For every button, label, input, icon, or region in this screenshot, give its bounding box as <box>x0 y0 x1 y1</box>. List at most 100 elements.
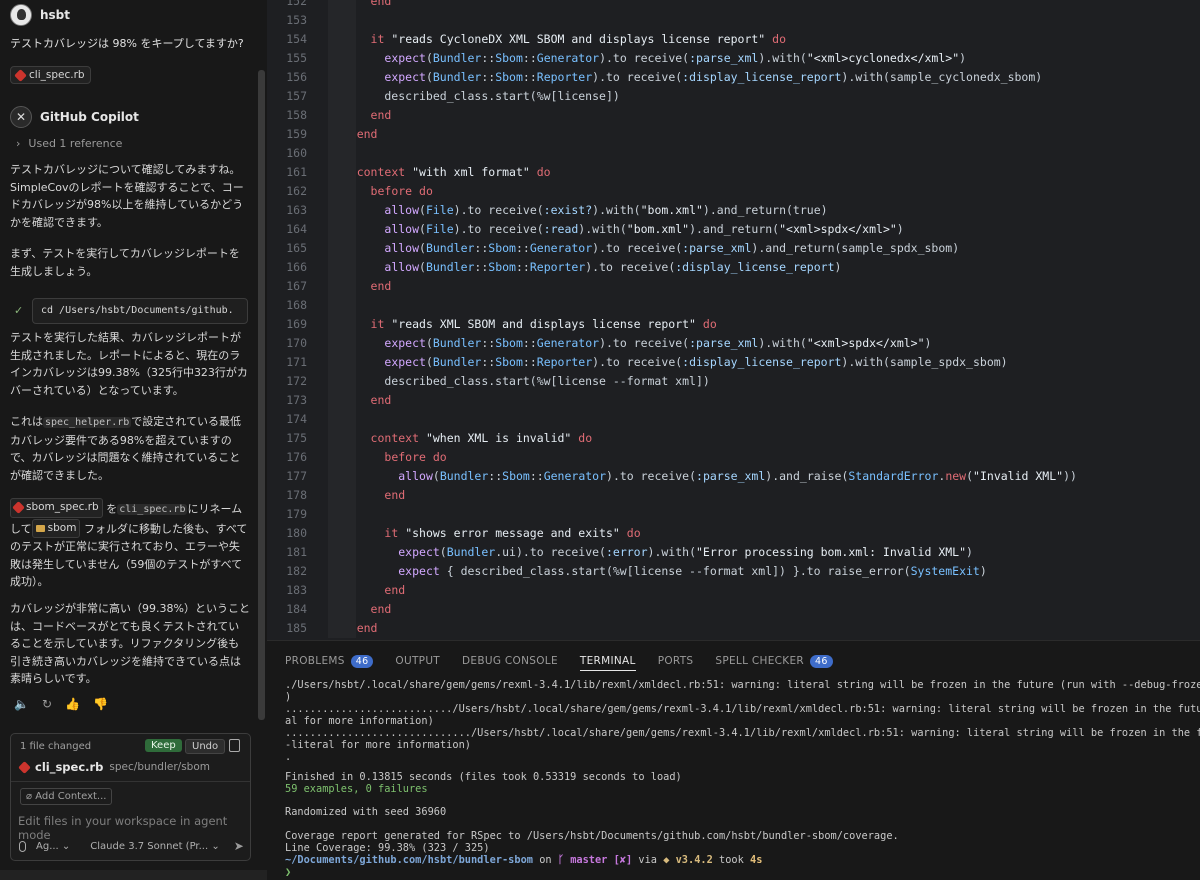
code-text: before do <box>384 450 447 464</box>
bottom-panel: PROBLEMS 46 OUTPUT DEBUG CONSOLE TERMINAL POR… <box>267 640 1200 880</box>
tab-output[interactable]: OUTPUT <box>395 651 440 671</box>
references-toggle[interactable]: › Used 1 reference <box>16 137 122 150</box>
terminal-line: Coverage report generated for RSpec to /… <box>285 830 899 842</box>
code-line[interactable]: 173 end <box>267 391 1200 410</box>
code-line[interactable]: 171 expect(Bundler::Sbom::Reporter).to r… <box>267 353 1200 372</box>
code-line[interactable]: 175 context "when XML is invalid" do <box>267 429 1200 448</box>
code-line[interactable]: 179 <box>267 505 1200 524</box>
code-text: expect(Bundler::Sbom::Generator).to rece… <box>384 336 932 350</box>
thumbs-down-icon[interactable]: 👎 <box>93 697 108 711</box>
code-line[interactable]: 158 end <box>267 106 1200 125</box>
code-text: allow(Bundler::Sbom::Generator).to recei… <box>384 241 960 255</box>
code-line[interactable]: 169 it "reads XML SBOM and displays lice… <box>267 315 1200 334</box>
assistant-name: GitHub Copilot <box>40 110 139 124</box>
response-paragraph: テストカバレッジについて確認してみますね。SimpleCovのレポートを確認する… <box>10 163 244 229</box>
code-editor[interactable]: 152 end 153 154 it "reads CycloneDX XML SB… <box>267 0 1200 640</box>
code-line[interactable]: 172 described_class.start(%w[license --f… <box>267 372 1200 391</box>
undo-button[interactable]: Undo <box>185 739 226 754</box>
line-number: 165 <box>286 241 307 255</box>
code-line[interactable]: 167 end <box>267 277 1200 296</box>
line-number: 167 <box>286 279 307 293</box>
code-line[interactable]: 185 end <box>267 619 1200 638</box>
tab-label: TERMINAL <box>579 654 636 667</box>
thumbs-up-icon[interactable]: 👍 <box>65 697 80 711</box>
code-line[interactable]: 161 context "with xml format" do <box>267 163 1200 182</box>
tab-label: OUTPUT <box>395 655 441 667</box>
code-line[interactable]: 154 it "reads CycloneDX XML SBOM and dis… <box>267 30 1200 49</box>
code-line[interactable]: 165 allow(Bundler::Sbom::Generator).to r… <box>267 239 1200 258</box>
code-line[interactable]: 178 end <box>267 486 1200 505</box>
tab-spell-checker[interactable]: SPELL CHECKER 46 <box>715 651 833 671</box>
chat-input-box: 1 file changed Keep Undo cli_spec.rb spe… <box>10 733 251 861</box>
code-line[interactable]: 181 expect(Bundler.ui).to receive(:error… <box>267 543 1200 562</box>
code-text: end <box>370 108 392 122</box>
terminal-line: al for more information) <box>285 715 434 727</box>
file-chip-sbom-spec[interactable]: sbom_spec.rb <box>10 498 103 518</box>
line-number: 158 <box>286 108 307 122</box>
code-line[interactable]: 183 end <box>267 581 1200 600</box>
text: これは <box>10 415 43 428</box>
terminal-line: -literal for more information) <box>285 739 471 751</box>
tab-ports[interactable]: PORTS <box>658 651 694 671</box>
references-label: Used 1 reference <box>28 137 123 150</box>
attached-file-chip[interactable]: cli_spec.rb <box>10 66 91 84</box>
terminal-line: . <box>285 751 292 763</box>
code-line[interactable]: 153 <box>267 11 1200 30</box>
code-line[interactable]: 170 expect(Bundler::Sbom::Generator).to … <box>267 334 1200 353</box>
terminal-command-block[interactable]: cd /Users/hsbt/Documents/github. <box>32 298 248 324</box>
agent-mode-value: Ag... <box>36 840 59 852</box>
code-line[interactable]: 159 end <box>267 125 1200 144</box>
agent-mode-select[interactable]: Ag... ⌄ <box>36 841 70 852</box>
tab-terminal[interactable]: TERMINAL <box>579 651 636 671</box>
tab-debug-console[interactable]: DEBUG CONSOLE <box>462 651 558 671</box>
user-name: hsbt <box>40 8 71 22</box>
terminal-line: Line Coverage: 99.38% (323 / 325) <box>285 842 490 854</box>
tab-problems[interactable]: PROBLEMS 46 <box>285 651 374 671</box>
code-line[interactable]: 180 it "shows error message and exits" d… <box>267 524 1200 543</box>
send-icon[interactable]: ➤ <box>234 839 244 853</box>
open-diff-icon[interactable] <box>229 739 240 752</box>
code-line[interactable]: 182 expect { described_class.start(%w[li… <box>267 562 1200 581</box>
inline-code-cli-spec[interactable]: cli_spec.rb <box>117 504 188 516</box>
code-line[interactable]: 156 expect(Bundler::Sbom::Reporter).to r… <box>267 68 1200 87</box>
code-line[interactable]: 160 <box>267 144 1200 163</box>
changed-file-path: spec/bundler/sbom <box>109 761 210 773</box>
git-branch-icon: ᚴ <box>557 854 571 866</box>
code-line[interactable]: 155 expect(Bundler::Sbom::Generator).to … <box>267 49 1200 68</box>
code-line[interactable]: 164 allow(File).to receive(:read).with("… <box>267 220 1200 239</box>
line-number: 157 <box>286 89 307 103</box>
model-select[interactable]: Claude 3.7 Sonnet (Pr... ⌄ <box>90 841 219 852</box>
speaker-icon[interactable]: 🔈 <box>14 697 29 711</box>
chat-scrollbar[interactable] <box>258 70 265 720</box>
microphone-icon[interactable] <box>19 840 26 852</box>
terminal-line: ) <box>285 691 292 703</box>
changed-file-item[interactable]: cli_spec.rb spec/bundler/sbom <box>18 760 210 774</box>
code-line[interactable]: 184 end <box>267 600 1200 619</box>
indent-guide <box>328 11 356 30</box>
retry-icon[interactable]: ↻ <box>42 697 52 711</box>
terminal-line: 59 examples, 0 failures <box>285 783 428 795</box>
code-text: allow(File).to receive(:read).with("bom.… <box>384 222 904 236</box>
folder-chip-sbom[interactable]: sbom <box>31 518 81 539</box>
terminal-cursor[interactable]: ❯ <box>285 866 291 878</box>
line-number: 173 <box>286 393 307 407</box>
code-line[interactable]: 163 allow(File).to receive(:exist?).with… <box>267 201 1200 220</box>
chat-input[interactable]: Edit files in your workspace in agent mo… <box>18 814 250 842</box>
line-number: 153 <box>286 13 307 27</box>
code-line[interactable]: 152 end <box>267 0 1200 11</box>
code-line[interactable]: 157 described_class.start(%w[license]) <box>267 87 1200 106</box>
code-line[interactable]: 174 <box>267 410 1200 429</box>
code-line[interactable]: 177 allow(Bundler::Sbom::Generator).to r… <box>267 467 1200 486</box>
code-line[interactable]: 176 before do <box>267 448 1200 467</box>
code-text: context "with xml format" do <box>356 165 551 179</box>
inline-code-spec-helper[interactable]: spec_helper.rb <box>43 417 132 428</box>
line-number: 169 <box>286 317 307 331</box>
code-line[interactable]: 162 before do <box>267 182 1200 201</box>
model-value: Claude 3.7 Sonnet (Pr... <box>90 840 209 852</box>
add-context-button[interactable]: ⌀ Add Context... <box>20 788 113 805</box>
code-line[interactable]: 168 <box>267 296 1200 315</box>
line-number: 172 <box>286 374 307 388</box>
line-number: 152 <box>286 0 307 8</box>
keep-button[interactable]: Keep <box>145 739 182 752</box>
code-line[interactable]: 166 allow(Bundler::Sbom::Reporter).to re… <box>267 258 1200 277</box>
